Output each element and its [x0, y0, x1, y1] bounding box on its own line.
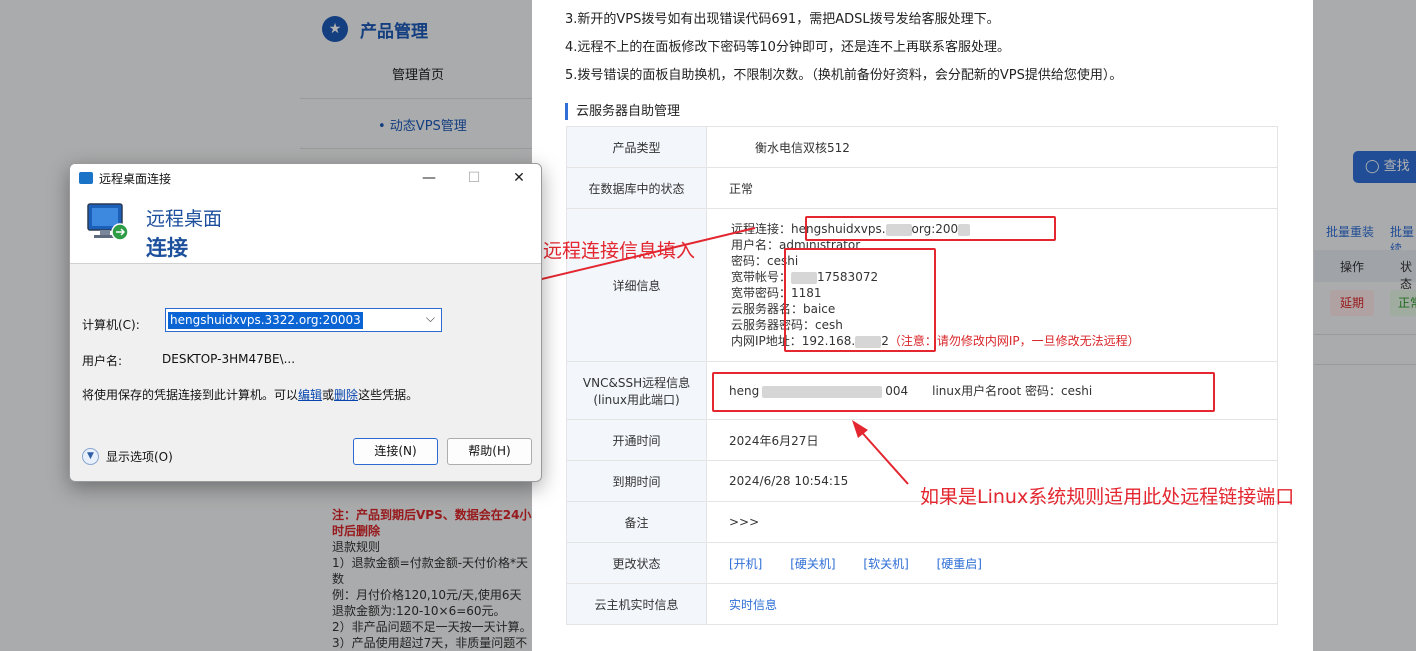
details-label: 详细信息 — [566, 208, 707, 362]
computer-input-value[interactable]: hengshuidxvps.3322.org:20003 — [168, 312, 363, 329]
realtime-link[interactable]: 实时信息 — [729, 598, 777, 612]
computer-label: 计算机(C): — [82, 318, 140, 332]
show-options-toggle[interactable]: ▼ 显示选项(O) — [82, 448, 173, 465]
table-row: 云主机实时信息 实时信息 — [566, 583, 1278, 625]
section-title: 云服务器自助管理 — [565, 103, 680, 120]
connect-button[interactable]: 连接(N) — [353, 438, 438, 465]
credentials-text: 将使用保存的凭据连接到此计算机。可以编辑或删除这些凭据。 — [82, 388, 419, 402]
annotation-linux-port: 如果是Linux系统规则适用此处远程链接端口 — [920, 486, 1295, 508]
close-button[interactable]: ✕ — [499, 168, 539, 188]
dialog-banner: 远程桌面 连接 — [70, 192, 541, 264]
delete-credentials-link[interactable]: 删除 — [334, 388, 358, 402]
expand-icon[interactable]: ▼ — [82, 448, 99, 465]
remote-desktop-icon — [87, 203, 129, 241]
db-status-label: 在数据库中的状态 — [566, 167, 707, 209]
change-status-links: [开机] [硬关机] [软关机] [硬重启] — [706, 542, 1278, 584]
highlight-remote-box — [805, 216, 1056, 241]
username-label: 用户名: — [82, 354, 123, 368]
highlight-credentials-box — [784, 248, 936, 352]
table-row: 在数据库中的状态 正常 — [566, 167, 1278, 209]
tip-dial: 5.拨号错误的面板自助换机，不限制次数。（换机前备份好资料，会分配新的VPS提供… — [565, 68, 1123, 83]
product-type-value: 衡水电信双核512 — [706, 126, 1278, 168]
highlight-vnc-box — [712, 372, 1215, 412]
tip-691: 3.新开的VPS拨号如有出现错误代码691，需把ADSL拨号发给客服处理下。 — [565, 12, 1000, 27]
remark-label: 备注 — [566, 501, 707, 543]
hard-shutdown-link[interactable]: [硬关机] — [790, 557, 835, 571]
realtime-value: 实时信息 — [706, 583, 1278, 625]
help-button[interactable]: 帮助(H) — [447, 438, 532, 465]
table-row: 产品类型 衡水电信双核512 — [566, 126, 1278, 168]
dialog-body: 计算机(C): hengshuidxvps.3322.org:20003 ⌵ 用… — [70, 264, 541, 481]
dialog-title: 远程桌面连接 — [99, 171, 172, 186]
expire-time-label: 到期时间 — [566, 460, 707, 502]
vnc-label: VNC&SSH远程信息 (linux用此端口) — [566, 361, 707, 420]
minimize-button[interactable]: — — [409, 168, 449, 188]
maximize-button[interactable]: ☐ — [454, 168, 494, 188]
soft-shutdown-link[interactable]: [软关机] — [863, 557, 908, 571]
hard-reboot-link[interactable]: [硬重启] — [937, 557, 982, 571]
dialog-titlebar[interactable]: 远程桌面连接 — ☐ ✕ — [70, 164, 541, 192]
remote-desktop-dialog: 远程桌面连接 — ☐ ✕ 远程桌面 连接 计算机(C): hengshuidxv… — [69, 163, 542, 482]
banner-subtitle: 连接 — [146, 236, 188, 260]
banner-title: 远程桌面 — [146, 208, 223, 230]
tip-remote: 4.远程不上的在面板修改下密码等10分钟即可，还是连不上再联系客服处理。 — [565, 40, 1010, 55]
table-row: 更改状态 [开机] [硬关机] [软关机] [硬重启] — [566, 542, 1278, 584]
computer-input[interactable]: hengshuidxvps.3322.org:20003 ⌵ — [165, 308, 442, 332]
power-on-link[interactable]: [开机] — [729, 557, 762, 571]
edit-credentials-link[interactable]: 编辑 — [298, 388, 322, 402]
annotation-fill-in: 将远程连接信息填入 — [524, 240, 696, 262]
open-time-value: 2024年6月27日 — [706, 419, 1278, 461]
show-options-label[interactable]: 显示选项(O) — [106, 448, 173, 465]
username-value: DESKTOP-3HM47BE\... — [162, 352, 296, 366]
rdp-app-icon — [79, 172, 93, 184]
chevron-down-icon[interactable]: ⌵ — [426, 311, 435, 326]
db-status-value: 正常 — [706, 167, 1278, 209]
open-time-label: 开通时间 — [566, 419, 707, 461]
product-type-label: 产品类型 — [566, 126, 707, 168]
change-status-label: 更改状态 — [566, 542, 707, 584]
table-row: 开通时间 2024年6月27日 — [566, 419, 1278, 461]
realtime-label: 云主机实时信息 — [566, 583, 707, 625]
